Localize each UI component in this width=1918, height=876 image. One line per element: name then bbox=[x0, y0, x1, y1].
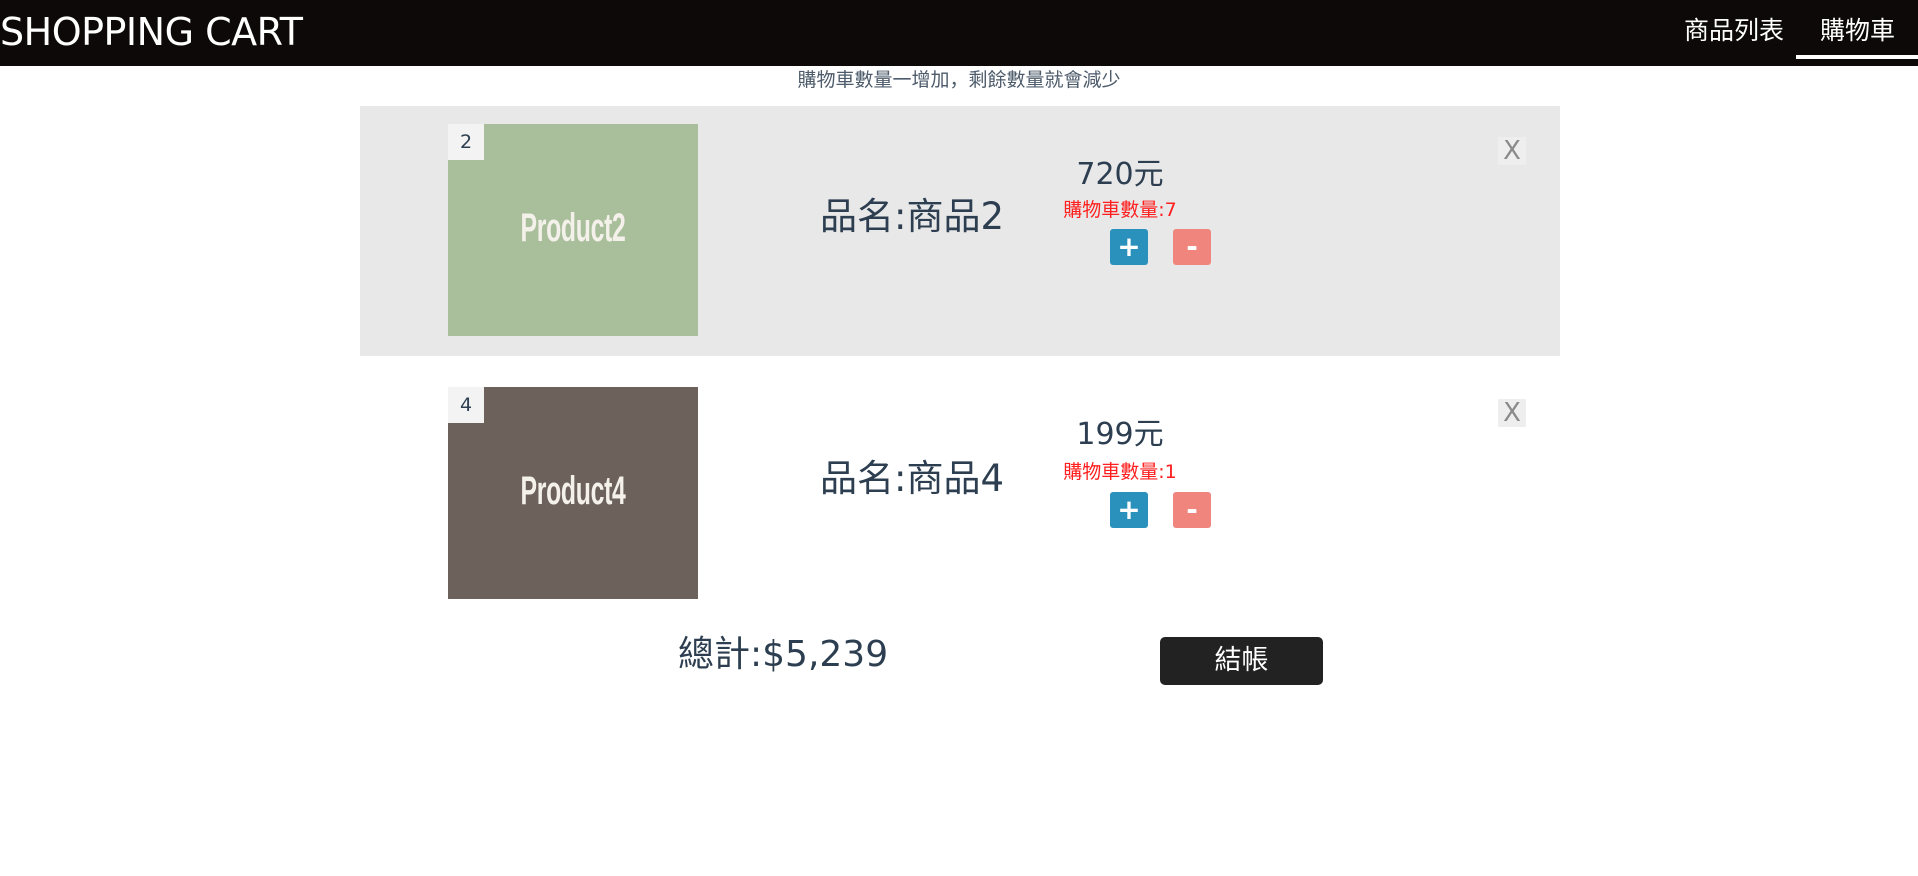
nav-link-cart[interactable]: 購物車 bbox=[1820, 14, 1895, 48]
product-image: Product4 4 bbox=[448, 387, 698, 599]
checkout-button[interactable]: 結帳 bbox=[1160, 637, 1323, 685]
decrease-quantity-button[interactable]: - bbox=[1173, 492, 1211, 528]
brand-title: SHOPPING CART bbox=[0, 10, 303, 54]
product-price: 199元 bbox=[1076, 417, 1164, 452]
cart-item-row: Product2 2 品名:商品2 720元 購物車數量:7 + - X bbox=[360, 106, 1560, 356]
product-id-badge: 2 bbox=[448, 124, 484, 160]
remove-item-button[interactable]: X bbox=[1498, 399, 1526, 427]
navbar: SHOPPING CART 商品列表 購物車 bbox=[0, 0, 1918, 66]
nav-link-product-list[interactable]: 商品列表 bbox=[1684, 14, 1784, 48]
cart-quantity: 購物車數量:7 bbox=[1063, 199, 1177, 221]
product-image: Product2 2 bbox=[448, 124, 698, 336]
active-nav-indicator bbox=[1796, 55, 1918, 59]
remove-item-button[interactable]: X bbox=[1498, 137, 1526, 165]
product-name: 品名:商品2 bbox=[820, 195, 1005, 238]
cart-item-row: Product4 4 品名:商品4 199元 購物車數量:1 + - X bbox=[360, 368, 1560, 618]
product-image-label: Product2 bbox=[520, 206, 626, 250]
product-id-badge: 4 bbox=[448, 387, 484, 423]
product-name: 品名:商品4 bbox=[820, 457, 1005, 500]
product-price: 720元 bbox=[1076, 157, 1164, 192]
cart-total: 總計:$5,239 bbox=[678, 634, 889, 675]
increase-quantity-button[interactable]: + bbox=[1110, 492, 1148, 528]
cart-quantity: 購物車數量:1 bbox=[1063, 461, 1177, 483]
increase-quantity-button[interactable]: + bbox=[1110, 229, 1148, 265]
product-image-label: Product4 bbox=[520, 469, 626, 513]
cart-notice: 購物車數量一增加，剩餘數量就會減少 bbox=[797, 69, 1121, 91]
decrease-quantity-button[interactable]: - bbox=[1173, 229, 1211, 265]
